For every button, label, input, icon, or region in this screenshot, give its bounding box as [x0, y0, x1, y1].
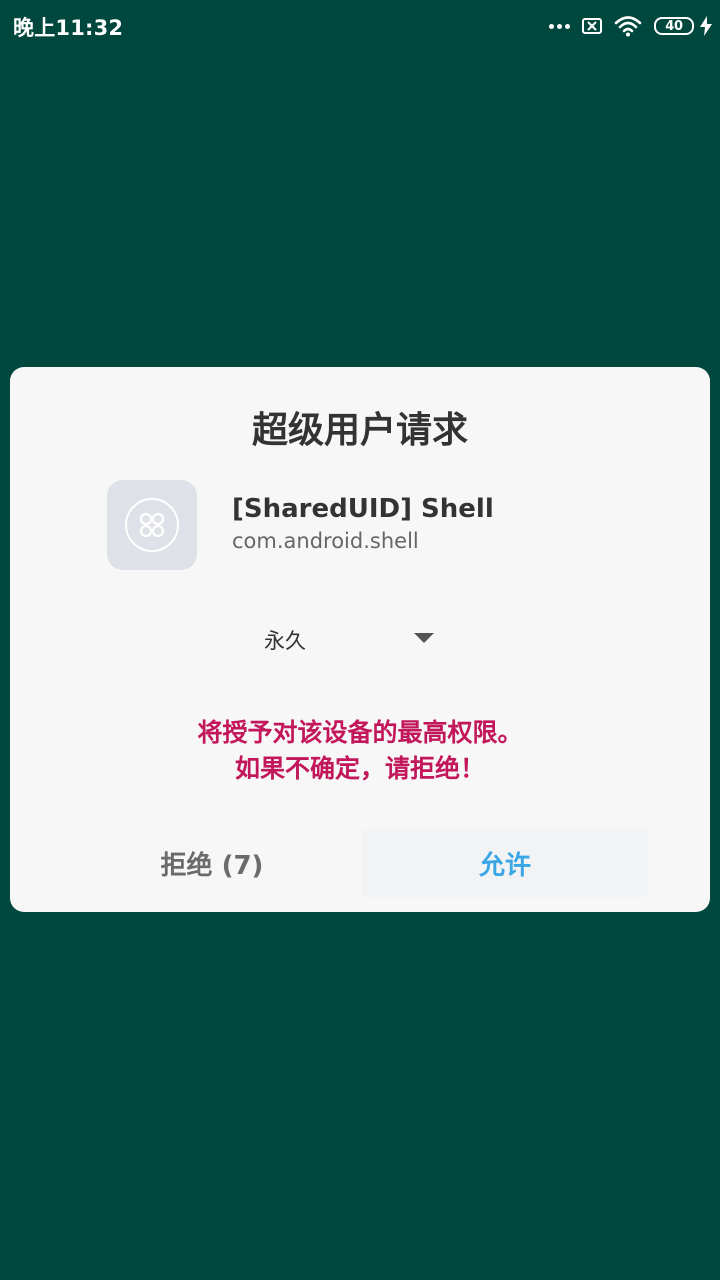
- warning-line-2: 如果不确定，请拒绝！: [234, 754, 485, 783]
- duration-selected: 永久: [264, 629, 306, 653]
- status-time: 晚上11:32: [13, 16, 124, 40]
- warning-text: 将授予对该设备的最高权限。 如果不确定，请拒绝！: [10, 715, 710, 787]
- deny-button[interactable]: 拒绝 (7): [62, 829, 362, 897]
- sim-blocked-icon: [582, 18, 602, 34]
- dropdown-arrow-icon: [414, 633, 434, 643]
- warning-line-1: 将授予对该设备的最高权限。: [197, 718, 523, 747]
- status-bar: 晚上11:32 40: [0, 0, 720, 52]
- app-package: com.android.shell: [232, 529, 419, 553]
- dialog-title: 超级用户请求: [251, 410, 468, 451]
- app-name: [SharedUID] Shell: [232, 494, 494, 524]
- status-icons: 40: [549, 13, 712, 39]
- app-grid-icon: [107, 480, 197, 570]
- charging-bolt-icon: [700, 16, 712, 36]
- battery-icon: 40: [654, 17, 694, 35]
- battery-level: 40: [665, 18, 683, 34]
- duration-dropdown[interactable]: 永久: [252, 617, 442, 657]
- more-dots-icon: [549, 23, 570, 29]
- allow-button[interactable]: 允许: [362, 829, 648, 897]
- wifi-icon: [614, 16, 642, 37]
- superuser-request-dialog: 超级用户请求 [SharedUID] Shell com.android.she…: [10, 367, 710, 912]
